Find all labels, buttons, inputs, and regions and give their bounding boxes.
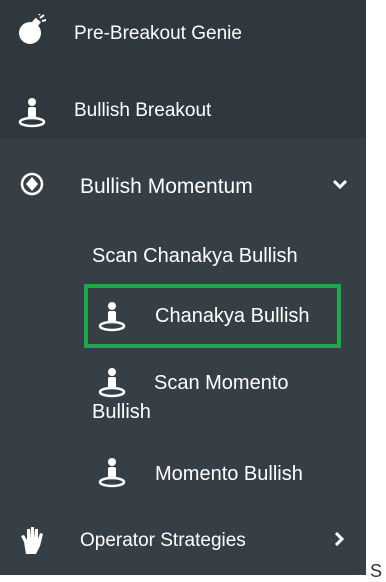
person-target-icon xyxy=(98,458,126,488)
sidebar-menu: Pre-Breakout Genie Bullish Breakout Bull… xyxy=(0,0,366,575)
person-target-icon xyxy=(18,98,46,128)
bomb-icon xyxy=(19,14,47,44)
submenu-item-label-line1: Scan Momento xyxy=(154,372,289,394)
chevron-right-icon[interactable] xyxy=(335,532,345,546)
menu-item-label: Operator Strategies xyxy=(80,530,246,551)
menu-item-bullish-momentum[interactable]: Bullish Momentum xyxy=(0,158,366,218)
submenu-item-label-line2: Bullish xyxy=(92,401,151,423)
submenu-item-scan-momento-bullish[interactable]: Scan Momento Bullish xyxy=(0,362,366,432)
submenu-item-momento-bullish[interactable]: Momento Bullish xyxy=(0,448,366,504)
submenu-item-label: Momento Bullish xyxy=(155,463,303,485)
trailing-text-fragment: S xyxy=(370,561,383,581)
circle-target-icon xyxy=(20,172,44,196)
chevron-down-icon[interactable] xyxy=(333,180,347,190)
person-target-icon xyxy=(98,368,126,398)
active-item-highlight xyxy=(84,284,341,348)
menu-item-bullish-breakout[interactable]: Bullish Breakout xyxy=(0,82,366,134)
menu-item-label: Pre-Breakout Genie xyxy=(74,23,242,44)
menu-item-label: Bullish Momentum xyxy=(80,175,253,198)
menu-item-label: Bullish Breakout xyxy=(74,100,212,121)
hand-icon xyxy=(21,527,43,554)
menu-item-operator-strategies[interactable]: Operator Strategies xyxy=(0,518,366,568)
menu-item-pre-breakout-genie[interactable]: Pre-Breakout Genie xyxy=(0,8,366,60)
submenu-item-label: Scan Chanakya Bullish xyxy=(92,245,298,267)
submenu-item-scan-chanakya-bullish[interactable]: Scan Chanakya Bullish xyxy=(0,238,366,278)
